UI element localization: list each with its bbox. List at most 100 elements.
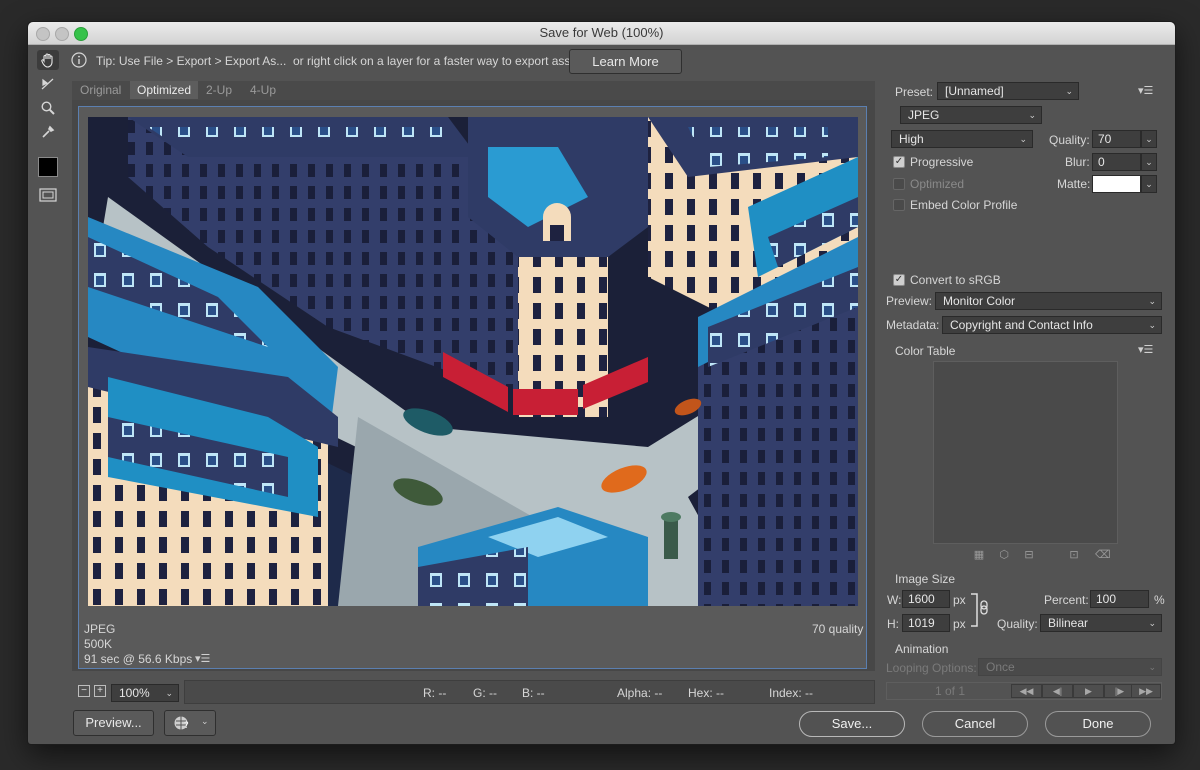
matte-select-button[interactable]: ⌄ bbox=[1141, 175, 1157, 193]
compression-quality-value: High bbox=[899, 132, 924, 146]
preview-color-value: Monitor Color bbox=[943, 294, 1016, 308]
color-table bbox=[933, 361, 1118, 544]
done-button[interactable]: Done bbox=[1045, 711, 1151, 737]
eyedropper-tool-icon bbox=[42, 125, 55, 138]
tab-original[interactable]: Original bbox=[73, 81, 128, 99]
width-unit: px bbox=[953, 593, 966, 607]
zoom-level-value: 100% bbox=[119, 686, 150, 700]
shift-web-safe-icon[interactable]: ⬡ bbox=[998, 549, 1010, 561]
toggle-slices-visibility-button[interactable] bbox=[39, 188, 57, 202]
embed-color-profile-checkbox[interactable] bbox=[893, 199, 905, 211]
chevron-down-icon: ⌄ bbox=[165, 688, 173, 698]
zoom-out-button[interactable]: − bbox=[78, 685, 90, 697]
browser-select-button[interactable]: ? ⌄ bbox=[164, 710, 216, 736]
optimized-checkbox[interactable] bbox=[893, 178, 905, 190]
blur-input[interactable]: 0 bbox=[1092, 153, 1141, 171]
save-button[interactable]: Save... bbox=[799, 711, 905, 737]
hex-value: Hex: -- bbox=[688, 686, 724, 700]
tab-2-up[interactable]: 2-Up bbox=[199, 81, 239, 99]
zoom-window-button[interactable] bbox=[74, 27, 88, 41]
chevron-down-icon: ⌄ bbox=[1028, 110, 1036, 120]
slice-select-tool[interactable] bbox=[37, 74, 59, 94]
file-format-select[interactable]: JPEG ⌄ bbox=[900, 106, 1042, 124]
minimize-window-button[interactable] bbox=[55, 27, 69, 41]
optimize-menu-icon[interactable]: ▾☰ bbox=[1138, 84, 1153, 97]
hand-tool[interactable] bbox=[37, 50, 59, 70]
play-button[interactable]: ▶ bbox=[1073, 684, 1104, 698]
lock-color-icon[interactable]: ⊟ bbox=[1023, 549, 1035, 561]
learn-more-button[interactable]: Learn More bbox=[569, 49, 682, 74]
tab-optimized[interactable]: Optimized bbox=[130, 81, 199, 99]
zoom-tool[interactable] bbox=[37, 98, 59, 118]
embed-color-profile-label: Embed Color Profile bbox=[910, 198, 1018, 212]
color-table-menu-icon[interactable]: ▾☰ bbox=[1138, 343, 1153, 356]
blur-slider-button[interactable]: ⌄ bbox=[1141, 153, 1157, 171]
percent-label: Percent: bbox=[1044, 593, 1089, 607]
web-snap-icon[interactable]: ▦ bbox=[973, 549, 985, 561]
alpha-value: Alpha: -- bbox=[617, 686, 663, 700]
download-speed-menu-icon[interactable]: ▾☰ bbox=[195, 652, 210, 665]
animation-controls: 1 of 1 ◀◀ ◀| ▶ |▶ ▶▶ bbox=[886, 682, 1162, 700]
height-input[interactable]: 1019 bbox=[902, 614, 950, 632]
looping-options-select[interactable]: Once ⌄ bbox=[978, 658, 1162, 676]
preset-label: Preset: bbox=[895, 85, 934, 99]
tab-4-up[interactable]: 4-Up bbox=[243, 81, 283, 99]
quality-label: Quality: bbox=[1049, 133, 1090, 147]
animation-title: Animation bbox=[895, 642, 949, 656]
percent-input[interactable]: 100 bbox=[1090, 590, 1149, 608]
resample-quality-select[interactable]: Bilinear ⌄ bbox=[1040, 614, 1162, 632]
output-quality-text: 70 quality bbox=[812, 622, 864, 636]
slice-select-tool-icon bbox=[41, 78, 54, 90]
constrain-proportions-link-icon[interactable] bbox=[970, 592, 992, 628]
preview-color-select[interactable]: Monitor Color ⌄ bbox=[935, 292, 1162, 310]
progressive-label: Progressive bbox=[910, 155, 974, 169]
zoom-level-select[interactable]: 100% ⌄ bbox=[111, 684, 179, 702]
green-value: G: -- bbox=[473, 686, 497, 700]
index-value: Index: -- bbox=[769, 686, 814, 700]
output-file-size: 500K bbox=[84, 637, 113, 651]
convert-srgb-label: Convert to sRGB bbox=[910, 273, 1001, 287]
first-frame-button[interactable]: ◀◀ bbox=[1011, 684, 1042, 698]
metadata-value: Copyright and Contact Info bbox=[950, 318, 1093, 332]
preview-in-browser-button[interactable]: Preview... bbox=[73, 710, 154, 736]
chevron-down-icon: ⌄ bbox=[201, 716, 209, 726]
browser-globe-icon: ? bbox=[174, 716, 189, 731]
last-frame-button[interactable]: ▶▶ bbox=[1131, 684, 1161, 698]
height-unit: px bbox=[953, 617, 966, 631]
quality-input[interactable]: 70 bbox=[1092, 130, 1141, 148]
slices-visibility-icon bbox=[39, 188, 57, 202]
paris-street-illustration bbox=[88, 117, 858, 606]
metadata-label: Metadata: bbox=[886, 318, 940, 332]
convert-srgb-checkbox[interactable]: ✓ bbox=[893, 274, 905, 286]
trash-icon[interactable]: ⌫ bbox=[1095, 549, 1111, 561]
chevron-down-icon: ⌄ bbox=[1148, 618, 1156, 628]
chevron-down-icon: ⌄ bbox=[1148, 320, 1156, 330]
eyedropper-color-swatch[interactable] bbox=[38, 157, 58, 177]
optimized-label: Optimized bbox=[910, 177, 965, 191]
info-icon bbox=[71, 52, 87, 68]
zoom-tool-icon bbox=[41, 101, 55, 115]
chevron-down-icon: ⌄ bbox=[1148, 662, 1156, 672]
new-color-icon[interactable]: ⊡ bbox=[1068, 549, 1080, 561]
eyedropper-tool[interactable] bbox=[37, 122, 59, 142]
looping-options-value: Once bbox=[986, 660, 1015, 674]
previous-frame-button[interactable]: ◀| bbox=[1042, 684, 1073, 698]
preset-select[interactable]: [Unnamed] ⌄ bbox=[937, 82, 1079, 100]
close-window-button[interactable] bbox=[36, 27, 50, 41]
progressive-checkbox[interactable]: ✓ bbox=[893, 156, 905, 168]
blue-value: B: -- bbox=[522, 686, 545, 700]
compression-quality-select[interactable]: High ⌄ bbox=[891, 130, 1033, 148]
save-for-web-dialog: Save for Web (100%) Tip: Use File > Expo… bbox=[28, 22, 1175, 744]
hand-tool-icon bbox=[41, 53, 53, 68]
zoom-in-button[interactable]: + bbox=[94, 685, 106, 697]
resample-quality-value: Bilinear bbox=[1048, 616, 1089, 630]
color-table-toolbar: ▦ ⬡ ⊟ ⊡ ⌫ bbox=[973, 549, 1113, 561]
image-size-title: Image Size bbox=[895, 572, 956, 586]
matte-color-swatch[interactable] bbox=[1092, 175, 1141, 193]
window-title: Save for Web (100%) bbox=[539, 25, 664, 40]
blur-label: Blur: bbox=[1065, 155, 1090, 169]
quality-slider-button[interactable]: ⌄ bbox=[1141, 130, 1157, 148]
cancel-button[interactable]: Cancel bbox=[922, 711, 1028, 737]
width-input[interactable]: 1600 bbox=[902, 590, 950, 608]
metadata-select[interactable]: Copyright and Contact Info ⌄ bbox=[942, 316, 1162, 334]
